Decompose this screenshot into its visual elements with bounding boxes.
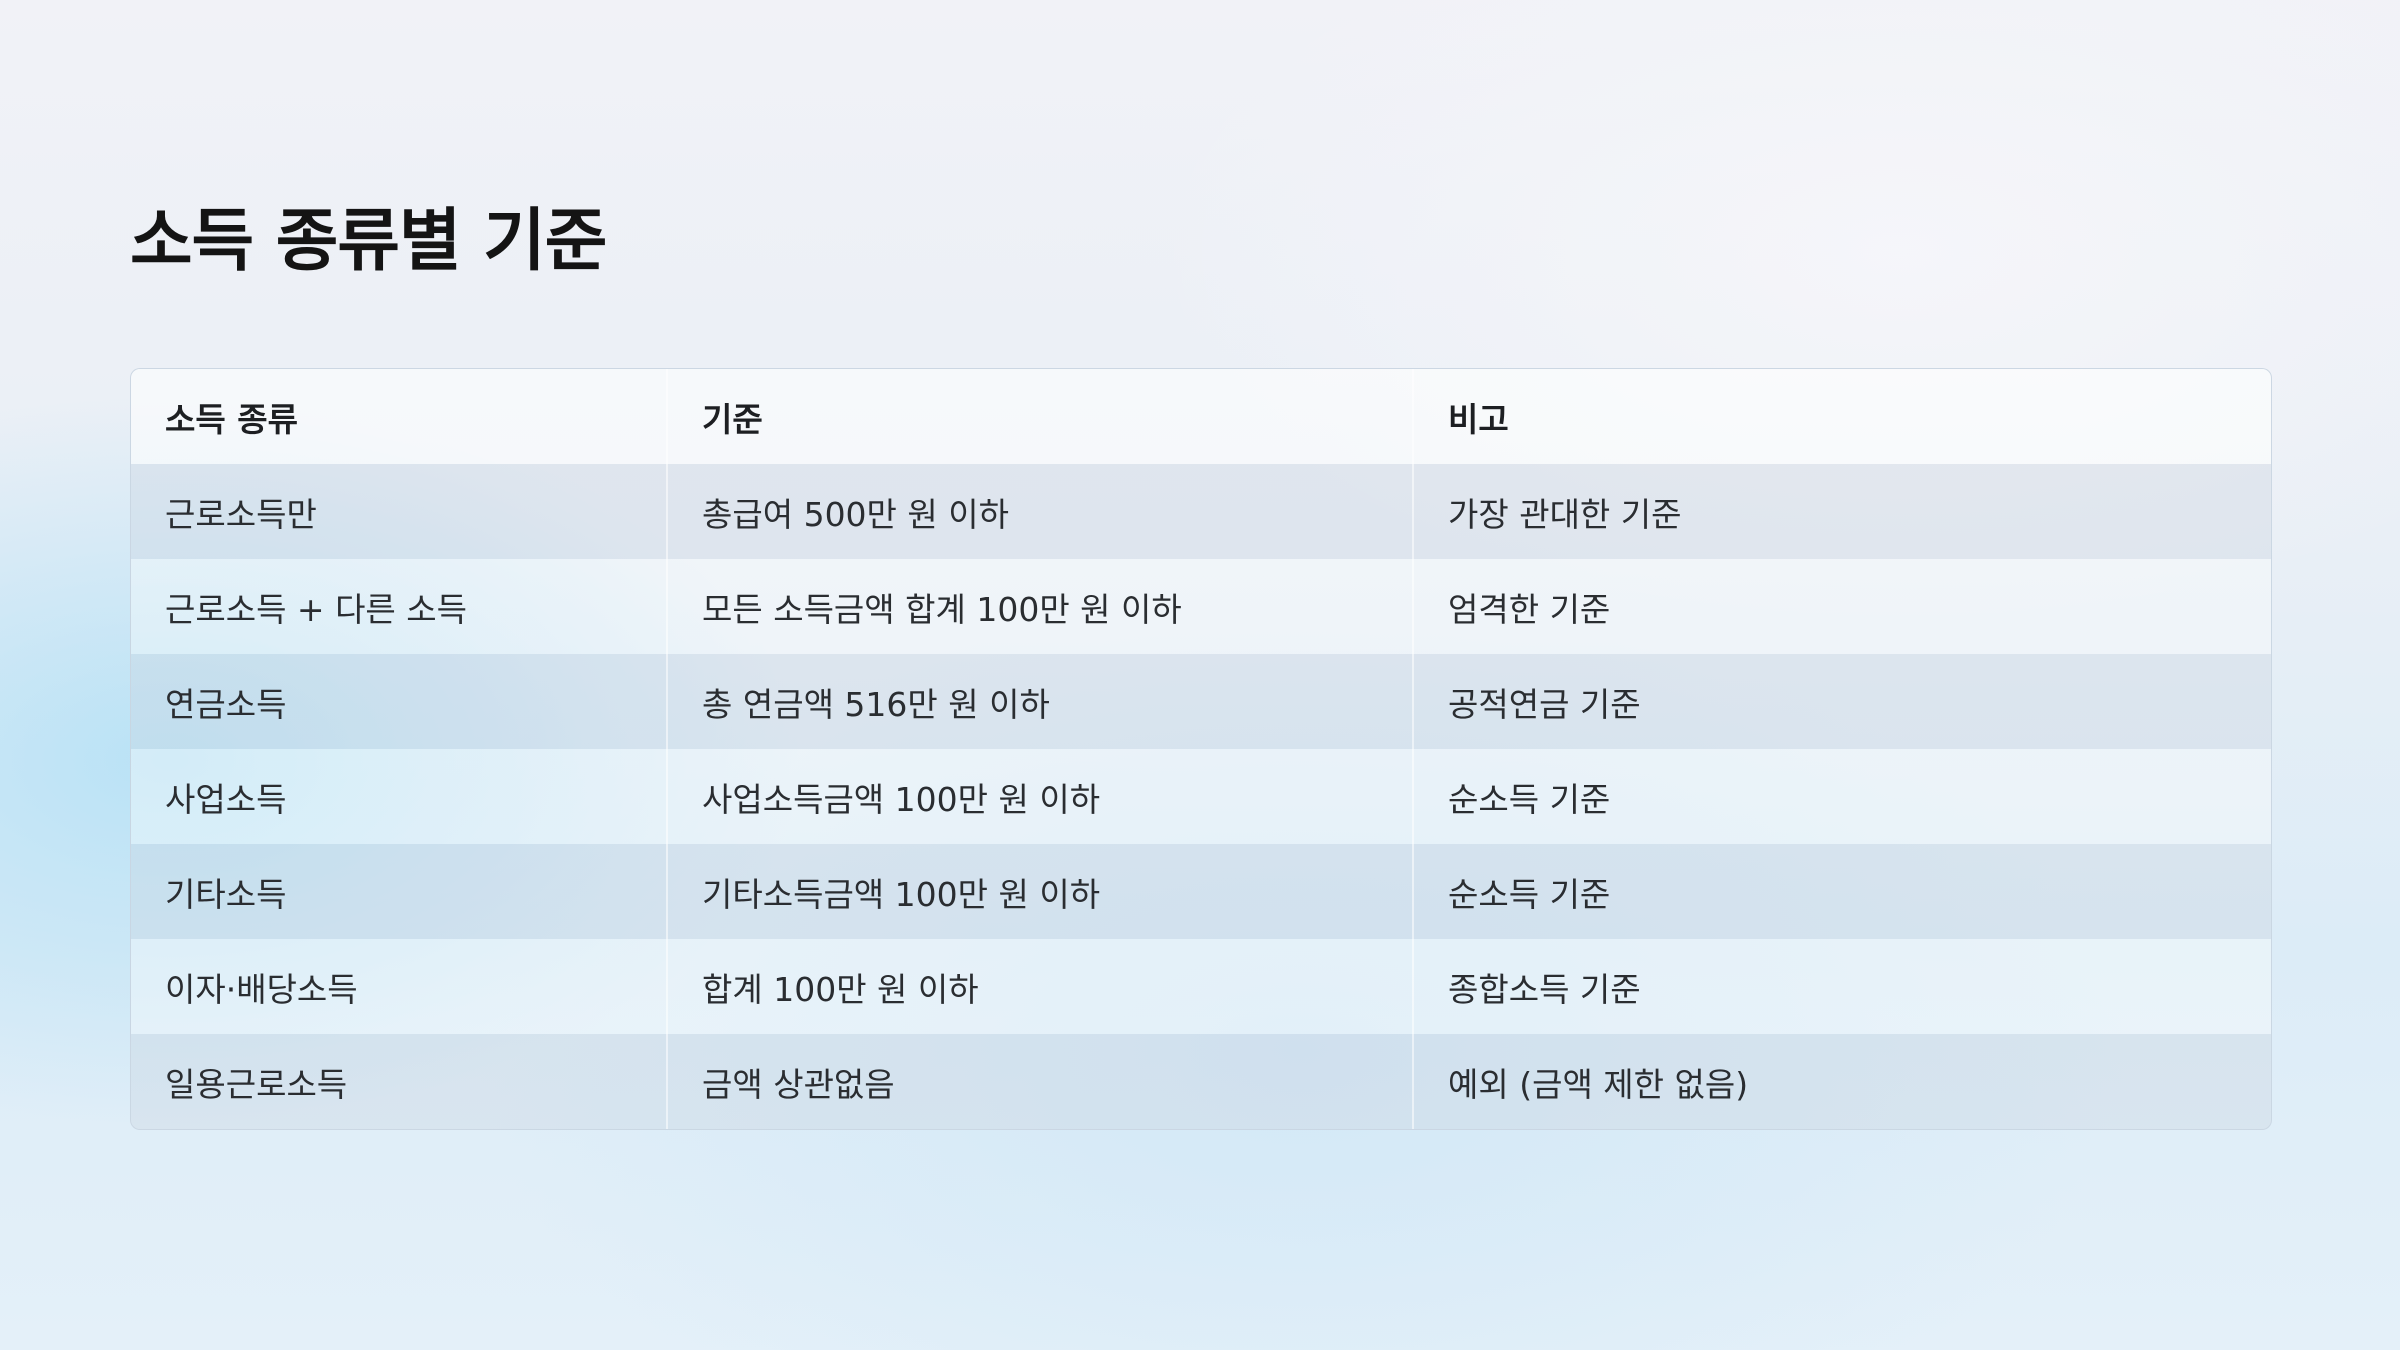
cell-note: 가장 관대한 기준 xyxy=(1412,464,2271,559)
cell-criteria: 합계 100만 원 이하 xyxy=(666,939,1413,1034)
cell-note: 순소득 기준 xyxy=(1412,749,2271,844)
column-header-criteria: 기준 xyxy=(666,369,1413,464)
cell-income-type: 이자·배당소득 xyxy=(131,939,667,1034)
column-header-note: 비고 xyxy=(1412,369,2271,464)
cell-note: 예외 (금액 제한 없음) xyxy=(1412,1034,2271,1129)
cell-income-type: 근로소득만 xyxy=(131,464,667,559)
cell-criteria: 총 연금액 516만 원 이하 xyxy=(666,654,1413,749)
table-row: 일용근로소득 금액 상관없음 예외 (금액 제한 없음) xyxy=(131,1034,2271,1129)
table-header-row: 소득 종류 기준 비고 xyxy=(131,369,2271,464)
table-row: 근로소득만 총급여 500만 원 이하 가장 관대한 기준 xyxy=(131,464,2271,559)
column-header-income-type: 소득 종류 xyxy=(131,369,667,464)
cell-criteria: 총급여 500만 원 이하 xyxy=(666,464,1413,559)
income-criteria-table: 소득 종류 기준 비고 근로소득만 총급여 500만 원 이하 가장 관대한 기… xyxy=(130,368,2272,1130)
table-row: 이자·배당소득 합계 100만 원 이하 종합소득 기준 xyxy=(131,939,2271,1034)
cell-criteria: 모든 소득금액 합계 100만 원 이하 xyxy=(666,559,1413,654)
cell-note: 순소득 기준 xyxy=(1412,844,2271,939)
table-row: 연금소득 총 연금액 516만 원 이하 공적연금 기준 xyxy=(131,654,2271,749)
table-row: 근로소득 + 다른 소득 모든 소득금액 합계 100만 원 이하 엄격한 기준 xyxy=(131,559,2271,654)
cell-criteria: 기타소득금액 100만 원 이하 xyxy=(666,844,1413,939)
cell-income-type: 사업소득 xyxy=(131,749,667,844)
cell-income-type: 기타소득 xyxy=(131,844,667,939)
table-row: 기타소득 기타소득금액 100만 원 이하 순소득 기준 xyxy=(131,844,2271,939)
page-title: 소득 종류별 기준 xyxy=(130,202,607,281)
cell-note: 공적연금 기준 xyxy=(1412,654,2271,749)
cell-note: 종합소득 기준 xyxy=(1412,939,2271,1034)
cell-income-type: 연금소득 xyxy=(131,654,667,749)
cell-income-type: 일용근로소득 xyxy=(131,1034,667,1129)
cell-income-type: 근로소득 + 다른 소득 xyxy=(131,559,667,654)
cell-note: 엄격한 기준 xyxy=(1412,559,2271,654)
table-row: 사업소득 사업소득금액 100만 원 이하 순소득 기준 xyxy=(131,749,2271,844)
cell-criteria: 사업소득금액 100만 원 이하 xyxy=(666,749,1413,844)
cell-criteria: 금액 상관없음 xyxy=(666,1034,1413,1129)
